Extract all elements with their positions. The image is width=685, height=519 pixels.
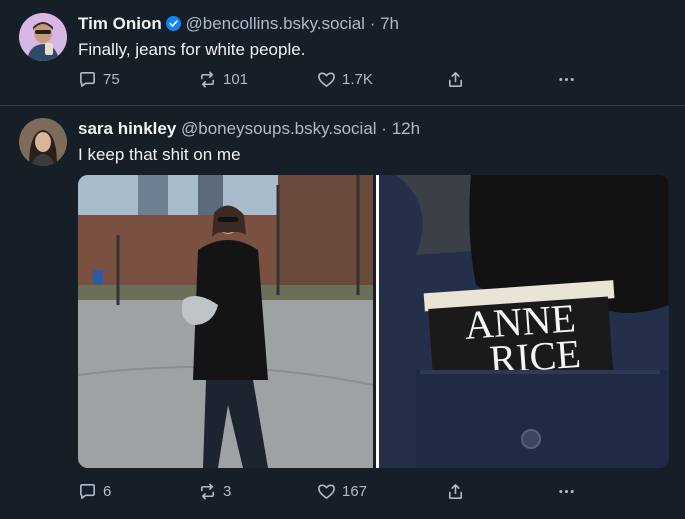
share-icon (448, 72, 463, 87)
repost-count: 101 (223, 71, 249, 88)
repost-icon (200, 71, 215, 88)
repost-button[interactable]: 101 (198, 70, 248, 89)
reply-button[interactable]: 75 (78, 70, 120, 89)
share-icon (448, 484, 463, 499)
post-header: sara hinkley @boneysoups.bsky.social · 1… (78, 119, 420, 139)
post-time[interactable]: 7h (380, 14, 399, 33)
more-options-button[interactable] (557, 70, 582, 89)
verified-badge-icon (165, 16, 181, 31)
repost-icon (200, 483, 215, 500)
share-button[interactable] (446, 70, 471, 89)
post-image-photo-book[interactable]: ANNE RICE (376, 175, 669, 468)
post-tim-onion[interactable]: Tim Onion @bencollins.bsky.social · 7h F… (0, 0, 685, 104)
photo-person-image (78, 175, 373, 468)
author-avatar[interactable] (19, 118, 67, 166)
author-name[interactable]: sara hinkley (78, 119, 176, 138)
separator-dot: · (381, 119, 387, 138)
post-text: Finally, jeans for white people. (78, 40, 306, 59)
more-options-button[interactable] (557, 482, 582, 501)
heart-icon (318, 484, 335, 499)
ellipsis-icon (559, 77, 574, 82)
repost-count: 3 (223, 483, 232, 500)
like-button[interactable]: 167 (317, 482, 367, 501)
separator-dot: · (369, 14, 376, 33)
share-button[interactable] (446, 482, 471, 501)
author-handle[interactable]: @bencollins.bsky.social (185, 14, 364, 33)
reply-button[interactable]: 6 (78, 482, 111, 501)
author-handle[interactable]: @boneysoups.bsky.social (181, 119, 377, 138)
repost-button[interactable]: 3 (198, 482, 231, 501)
reply-icon (80, 72, 95, 87)
author-avatar[interactable] (19, 13, 67, 61)
like-button[interactable]: 1.7K (317, 70, 373, 89)
post-sara-hinkley[interactable]: sara hinkley @boneysoups.bsky.social · 1… (0, 106, 685, 519)
like-count: 167 (342, 483, 368, 500)
photo-book-image: ANNE RICE (376, 175, 669, 468)
author-name[interactable]: Tim Onion (78, 14, 162, 33)
like-count: 1.7K (342, 71, 373, 88)
post-header: Tim Onion @bencollins.bsky.social · 7h (78, 14, 399, 34)
heart-icon (318, 72, 335, 87)
reply-icon (80, 484, 95, 499)
reply-count: 75 (103, 71, 120, 88)
post-time[interactable]: 12h (392, 119, 420, 138)
post-text: I keep that shit on me (78, 145, 241, 164)
reply-count: 6 (103, 483, 112, 500)
post-image-photo-person[interactable] (78, 175, 373, 468)
ellipsis-icon (559, 489, 574, 494)
